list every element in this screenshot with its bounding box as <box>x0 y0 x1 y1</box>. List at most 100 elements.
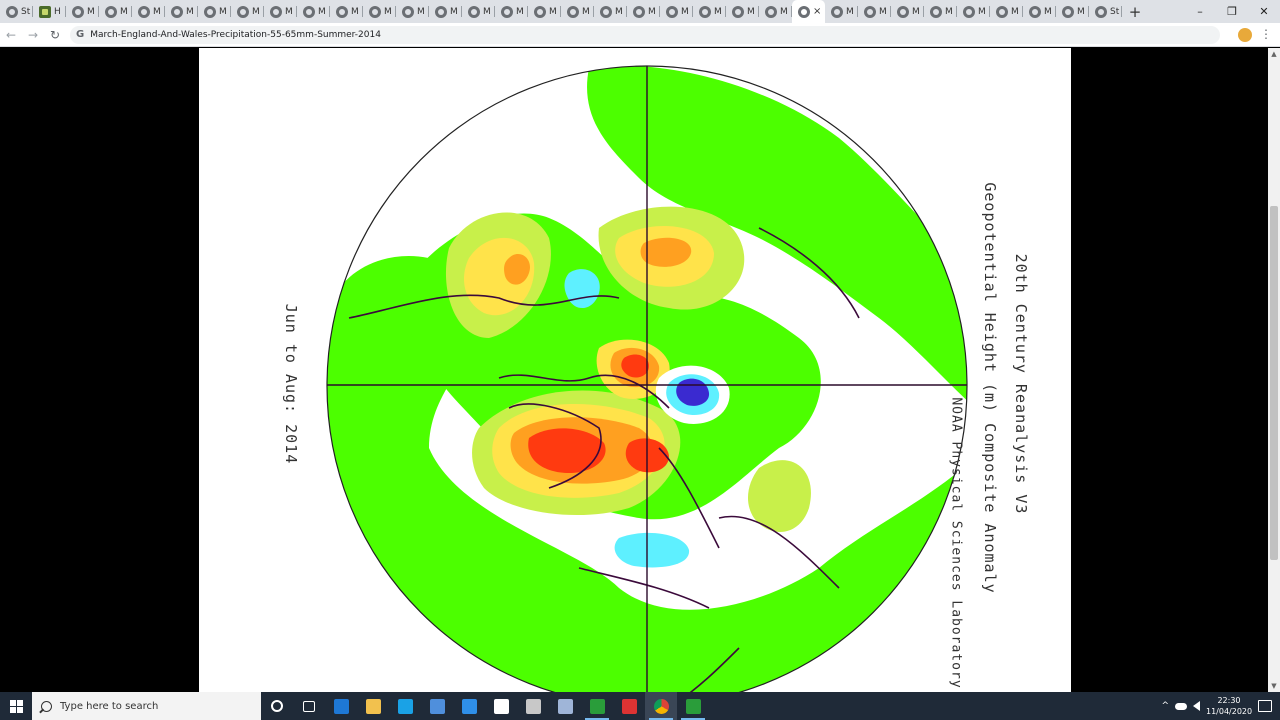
browser-tab[interactable]: M <box>99 0 132 23</box>
chrome-page-icon <box>534 5 546 18</box>
close-window-button[interactable]: ✕ <box>1248 0 1280 23</box>
browser-tab[interactable]: M <box>726 0 759 23</box>
browser-tab[interactable]: M <box>627 0 660 23</box>
browser-tab[interactable]: M <box>264 0 297 23</box>
cortana-icon <box>271 700 283 712</box>
tab-title: M <box>1011 6 1019 17</box>
chrome-page-icon <box>798 5 810 18</box>
chrome-page-icon <box>963 5 975 18</box>
browser-tab[interactable]: M <box>1023 0 1056 23</box>
chrome-page-icon <box>1062 5 1074 18</box>
chrome-taskbar-button[interactable] <box>645 692 677 720</box>
file-explorer-taskbar-button[interactable] <box>357 692 389 720</box>
restore-button[interactable]: ❐ <box>1216 0 1248 23</box>
browser-tab[interactable]: M <box>891 0 924 23</box>
browser-tab[interactable]: M <box>198 0 231 23</box>
browser-tab[interactable]: M <box>858 0 891 23</box>
camtasia-recorder-icon <box>685 698 701 714</box>
browser-tab[interactable]: M <box>231 0 264 23</box>
browser-tab[interactable]: M <box>990 0 1023 23</box>
tab-title: M <box>120 6 128 17</box>
tab-title: St <box>21 6 31 17</box>
mail-taskbar-button[interactable] <box>325 692 357 720</box>
app-1-taskbar-button[interactable] <box>517 692 549 720</box>
chrome-page-icon <box>435 5 447 18</box>
browser-tab[interactable]: M <box>330 0 363 23</box>
browser-tab[interactable]: M <box>924 0 957 23</box>
task-view-taskbar-button[interactable] <box>293 692 325 720</box>
browser-tab[interactable]: M <box>825 0 858 23</box>
browser-tab[interactable]: St <box>0 0 33 23</box>
tab-title: M <box>351 6 359 17</box>
tab-title: St <box>1110 6 1120 17</box>
onedrive-taskbar-button[interactable] <box>421 692 453 720</box>
chrome-page-icon <box>171 5 183 18</box>
browser-tab[interactable]: M <box>396 0 429 23</box>
chrome-page-icon <box>1029 5 1041 18</box>
back-button[interactable]: ← <box>0 24 22 46</box>
camtasia-taskbar-button[interactable] <box>581 692 613 720</box>
browser-tab[interactable]: M <box>429 0 462 23</box>
browser-tab[interactable]: M <box>594 0 627 23</box>
edge-taskbar-button[interactable] <box>389 692 421 720</box>
browser-tab[interactable]: M <box>957 0 990 23</box>
page-viewport: Jun to Aug: 2014 20th Century Reanalysis… <box>0 48 1268 692</box>
forward-button[interactable]: → <box>22 24 44 46</box>
clock-time: 22:30 <box>1217 696 1241 705</box>
browser-tab[interactable]: M <box>759 0 792 23</box>
paint-taskbar-button[interactable] <box>485 692 517 720</box>
chrome-page-icon <box>270 5 282 18</box>
tab-title: M <box>483 6 491 17</box>
cortana-taskbar-button[interactable] <box>261 692 293 720</box>
notification-center-icon[interactable] <box>1258 700 1272 712</box>
camtasia-recorder-taskbar-button[interactable] <box>677 692 709 720</box>
reload-button[interactable]: ↻ <box>44 24 66 46</box>
browser-tab[interactable]: M <box>693 0 726 23</box>
chrome-page-icon <box>1095 5 1107 18</box>
start-button[interactable] <box>0 692 32 720</box>
chrome-page-icon <box>303 5 315 18</box>
chrome-page-icon <box>996 5 1008 18</box>
tab-list: St H M M M M M M M M M M M M M M M M M M M M M M × M M M M M M M M St <box>0 0 1122 23</box>
browser-tab[interactable]: M <box>132 0 165 23</box>
minimize-button[interactable]: – <box>1184 0 1216 23</box>
browser-tab[interactable]: St <box>1089 0 1122 23</box>
tray-chevron-icon[interactable]: ^ <box>1161 701 1169 711</box>
page-scrollbar[interactable]: ▲ ▼ <box>1268 48 1280 692</box>
scroll-down-icon[interactable]: ▼ <box>1268 680 1280 692</box>
browser-tab[interactable]: M <box>363 0 396 23</box>
browser-tab[interactable]: M <box>1056 0 1089 23</box>
app-icon-1 <box>525 698 541 714</box>
taskbar-clock[interactable]: 22:30 11/04/2020 <box>1206 695 1252 717</box>
scroll-up-icon[interactable]: ▲ <box>1268 48 1280 60</box>
weather-cloud-icon[interactable] <box>1175 702 1187 710</box>
address-bar[interactable]: G March-England-And-Wales-Precipitation-… <box>70 25 1220 44</box>
chrome-page-icon <box>138 5 150 18</box>
browser-tab[interactable]: × <box>792 0 825 23</box>
browser-tab[interactable]: M <box>561 0 594 23</box>
browser-tab[interactable]: H <box>33 0 66 23</box>
new-tab-button[interactable]: + <box>1122 0 1148 23</box>
browser-menu-icon[interactable]: ⋮ <box>1260 27 1272 41</box>
browser-tab[interactable]: M <box>528 0 561 23</box>
chrome-page-icon <box>600 5 612 18</box>
calendar-taskbar-button[interactable] <box>453 692 485 720</box>
volume-icon[interactable] <box>1193 701 1200 711</box>
browser-tab[interactable]: M <box>495 0 528 23</box>
pdf-taskbar-button[interactable] <box>613 692 645 720</box>
url-text[interactable]: March-England-And-Wales-Precipitation-55… <box>90 30 381 40</box>
taskbar-search[interactable]: Type here to search <box>32 692 261 720</box>
browser-tab[interactable]: M <box>660 0 693 23</box>
browser-tab[interactable]: M <box>165 0 198 23</box>
browser-tab[interactable]: M <box>297 0 330 23</box>
scroll-thumb[interactable] <box>1270 206 1278 560</box>
chrome-page-icon <box>930 5 942 18</box>
tab-title: M <box>549 6 557 17</box>
browser-tab[interactable]: M <box>462 0 495 23</box>
extension-icon[interactable] <box>1238 28 1252 42</box>
calendar-icon <box>461 698 477 714</box>
tab-close-icon[interactable]: × <box>813 6 821 17</box>
system-tray: ^ 22:30 11/04/2020 <box>1161 692 1280 720</box>
app-2-taskbar-button[interactable] <box>549 692 581 720</box>
browser-tab[interactable]: M <box>66 0 99 23</box>
